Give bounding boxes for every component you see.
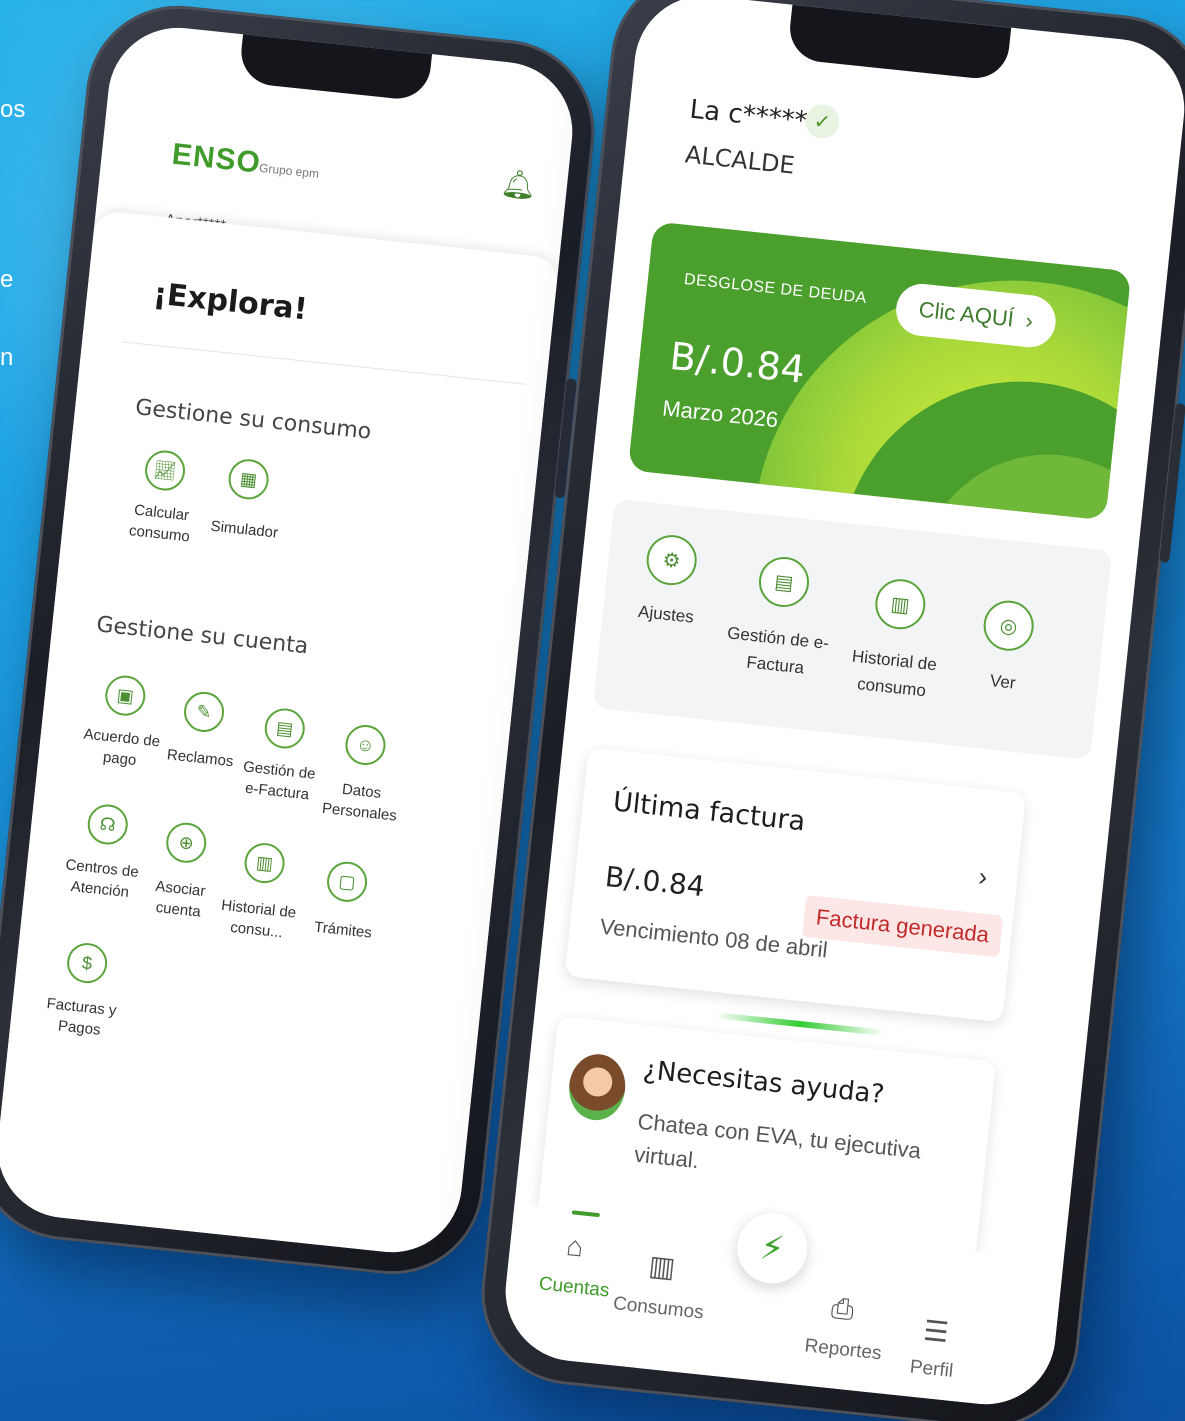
last-invoice-amount: B/.0.84 <box>603 859 707 904</box>
tramites-label[interactable]: Trámites <box>297 915 389 945</box>
location-icon[interactable]: ◎ <box>981 598 1037 654</box>
last-invoice-card[interactable]: Última factura › B/.0.84 Vencimiento 08 … <box>564 747 1027 1023</box>
clipboard-icon[interactable]: ▢ <box>325 859 370 904</box>
bar-chart-icon[interactable]: ▥ <box>647 1249 677 1285</box>
check-icon: ✓ <box>803 102 842 141</box>
loading-indicator <box>715 1012 885 1036</box>
calcular-consumo-label[interactable]: Calcular consumo <box>114 498 208 549</box>
history-chart-icon[interactable]: ▥ <box>242 841 287 886</box>
historial-consumo-label[interactable]: Historial de consumo <box>835 641 950 707</box>
debt-card[interactable]: DESGLOSE DE DEUDA B/.0.84 Marzo 2026 Cli… <box>627 221 1132 521</box>
right-phone-screen: La c***** ✓ ALCALDE DESGLOSE DE DEUDA B/… <box>498 0 1185 1412</box>
chart-icon[interactable]: 📈︎ <box>143 448 188 493</box>
simulador-label[interactable]: Simulador <box>198 514 290 544</box>
explore-sheet: ¡Explora! Gestione su consumo 📈︎ Calcula… <box>0 209 560 1260</box>
edge-text-2: e <box>0 266 14 293</box>
last-invoice-due: Vencimiento 08 de abril <box>598 913 829 963</box>
status-badge: Factura generada <box>802 895 1003 958</box>
edge-text-1: os <box>0 96 26 123</box>
bottom-nav: ⌂ Cuentas ▥ Consumos ⚡︎ ⎙ Reportes ☰ Per… <box>498 1204 1064 1412</box>
clic-aqui-label: Clic AQUÍ <box>917 296 1016 332</box>
quick-actions-panel: ⚙︎ Ajustes ▤ Gestión de e-Factura ▥ Hist… <box>592 498 1113 760</box>
left-phone-screen: ENSO Grupo epm 🔔︎ Anar***** ¡Explora! Ge… <box>0 20 580 1260</box>
datos-personales-label[interactable]: Datos Personales <box>314 776 408 827</box>
last-invoice-title: Última factura <box>611 786 807 838</box>
efactura-label[interactable]: Gestión de e-Factura <box>231 755 325 806</box>
chevron-right-icon[interactable]: › <box>977 861 989 893</box>
efactura-label[interactable]: Gestión de e-Factura <box>719 619 834 685</box>
eva-avatar <box>565 1051 629 1123</box>
help-text: Chatea con EVA, tu ejecutiva virtual. <box>633 1108 923 1174</box>
edit-document-icon[interactable]: ✎ <box>182 689 227 734</box>
add-user-icon[interactable]: ⊕ <box>164 820 209 865</box>
debt-period: Marzo 2026 <box>661 395 780 433</box>
debt-amount: B/.0.84 <box>667 333 808 392</box>
ver-label[interactable]: Ver <box>947 663 1059 702</box>
user-icon[interactable]: ☺︎ <box>343 723 388 767</box>
efactura-icon[interactable]: ▤ <box>262 706 307 751</box>
edge-text-3: n <box>0 344 14 371</box>
enso-logo: ENSO <box>170 137 263 180</box>
headset-icon[interactable]: ☊ <box>85 802 130 847</box>
invoice-icon[interactable]: $ <box>65 941 110 986</box>
efactura-icon[interactable]: ▤ <box>756 554 812 610</box>
nav-perfil[interactable]: Perfil <box>881 1354 983 1386</box>
ajustes-label[interactable]: Ajustes <box>610 595 722 634</box>
menu-icon[interactable]: ☰ <box>922 1314 950 1349</box>
nav-reportes[interactable]: Reportes <box>792 1334 894 1366</box>
calculator-icon[interactable]: ▦ <box>226 457 271 502</box>
account-subtitle: ALCALDE <box>683 140 797 180</box>
chevron-right-icon: › <box>1024 307 1035 334</box>
debt-card-title: DESGLOSE DE DEUDA <box>683 270 868 308</box>
nav-consumos[interactable]: Consumos <box>607 1293 709 1325</box>
account-name[interactable]: La c***** <box>688 95 808 137</box>
side-button <box>1159 402 1185 564</box>
gear-icon[interactable]: ⚙︎ <box>644 532 700 588</box>
group-label: Grupo epm <box>258 160 320 181</box>
history-chart-icon[interactable]: ▥ <box>872 576 928 632</box>
divider <box>122 341 527 385</box>
facturas-y-pagos-label[interactable]: Facturas y Pagos <box>33 992 127 1043</box>
report-icon[interactable]: ⎙ <box>830 1292 856 1327</box>
reclamos-label[interactable]: Reclamos <box>154 743 246 773</box>
bell-icon[interactable]: 🔔︎ <box>499 166 538 203</box>
consumo-section-title: Gestione su consumo <box>134 395 373 445</box>
acuerdo-de-pago-label[interactable]: Acuerdo de pago <box>74 723 168 774</box>
historial-consumo-label[interactable]: Historial de consu... <box>211 894 305 945</box>
explore-title: ¡Explora! <box>151 276 310 328</box>
help-title: ¿Necesitas ayuda? <box>641 1055 886 1111</box>
home-icon[interactable]: ⌂ <box>565 1230 585 1264</box>
cuenta-section-title: Gestione su cuenta <box>95 612 310 660</box>
wallet-icon[interactable]: ▣ <box>103 673 148 718</box>
